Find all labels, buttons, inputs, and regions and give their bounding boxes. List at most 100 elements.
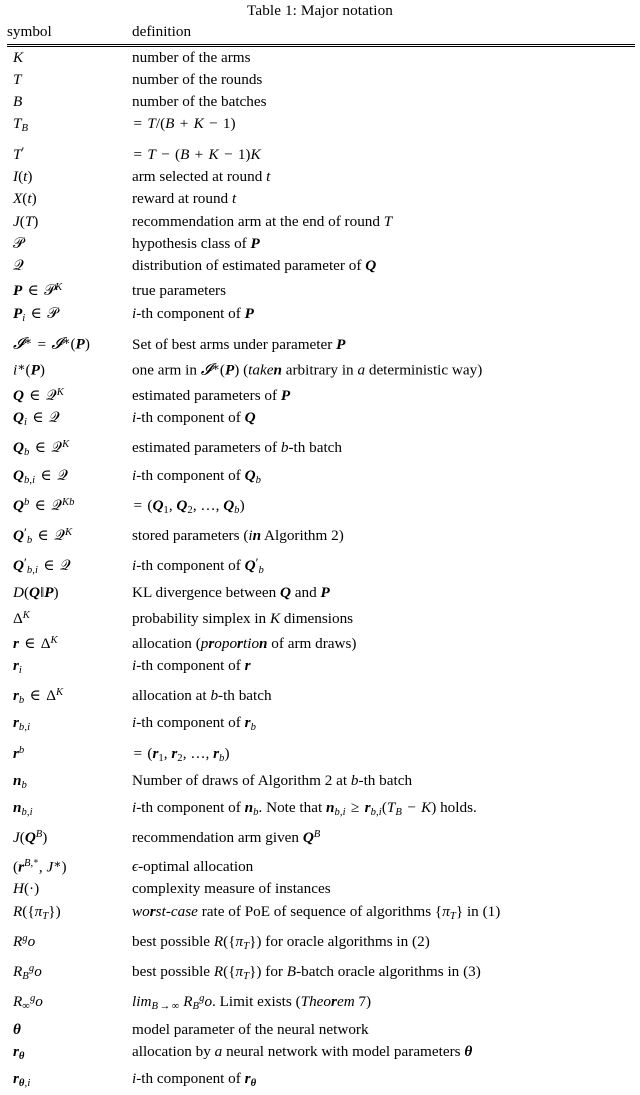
definition-cell: estimated parameters of P [132, 382, 635, 407]
symbol-cell: J(QB) [7, 824, 132, 849]
symbol-cell: Pi ∈ 𝒫 [7, 303, 132, 330]
table-row: Qb ∈ 𝒬Kb= (Q1, Q2, …, Qb) [7, 492, 635, 522]
definition-cell: i-th component of Q [132, 407, 635, 434]
symbol-cell: H(·) [7, 878, 132, 900]
definition-cell: estimated parameters of b-th batch [132, 434, 635, 464]
table-row: H(·)complexity measure of instances [7, 878, 635, 900]
symbol-cell: θ [7, 1019, 132, 1041]
symbol-cell: Rgo [7, 928, 132, 958]
table-row: R∞golimB→∞ RBgo. Limit exists (Theorem 7… [7, 988, 635, 1018]
definition-cell: = T/(B + K − 1) [132, 113, 635, 140]
definition-cell: allocation (proportion of arm draws) [132, 630, 635, 655]
symbol-cell: 𝒬 [7, 255, 132, 277]
symbol-cell: Qb,i ∈ 𝒬 [7, 465, 132, 492]
definition-cell: reward at round t [132, 188, 635, 210]
table-row: Tnumber of the rounds [7, 69, 635, 91]
table-row: i∗(P)one arm in 𝓘∗(P) (taken arbitrary i… [7, 356, 635, 382]
table-row: Bnumber of the batches [7, 91, 635, 113]
definition-cell: i-th component of Qb [132, 465, 635, 492]
definition-cell: = (r1, r2, …, rb) [132, 740, 635, 770]
table-row: nb,ii-th component of nb. Note that nb,i… [7, 797, 635, 824]
symbol-cell: Qb ∈ 𝒬Kb [7, 492, 132, 522]
definition-cell: recommendation arm at the end of round T [132, 211, 635, 233]
definition-cell: one arm in 𝓘∗(P) (taken arbitrary in a d… [132, 356, 635, 382]
table-row: Q ∈ 𝒬Kestimated parameters of P [7, 382, 635, 407]
table-row: rii-th component of r [7, 655, 635, 682]
symbol-cell: Q′b,i ∈ 𝒬 [7, 552, 132, 582]
symbol-cell: R({πT}) [7, 901, 132, 928]
table-row: J(T)recommendation arm at the end of rou… [7, 211, 635, 233]
definition-cell: i-th component of r [132, 655, 635, 682]
definition-cell: = T − (B + K − 1)K [132, 141, 635, 166]
table-row: Rgobest possible R({πT}) for oracle algo… [7, 928, 635, 958]
symbol-cell: T′ [7, 141, 132, 166]
table-row: J(QB)recommendation arm given QB [7, 824, 635, 849]
symbol-cell: I(t) [7, 166, 132, 188]
definition-cell: = (Q1, Q2, …, Qb) [132, 492, 635, 522]
symbol-cell: P ∈ 𝒫K [7, 277, 132, 302]
symbol-cell: nb [7, 770, 132, 797]
definition-cell: recommendation arm given QB [132, 824, 635, 849]
table-row: 𝒬distribution of estimated parameter of … [7, 255, 635, 277]
table-caption: Table 1: Major notation [0, 0, 640, 21]
definition-cell: probability simplex in K dimensions [132, 605, 635, 630]
column-header-symbol: symbol [7, 21, 132, 44]
symbol-cell: B [7, 91, 132, 113]
table-body: Knumber of the armsTnumber of the rounds… [7, 47, 635, 1095]
symbol-cell: (rB,∗, J∗) [7, 850, 132, 879]
table-row: 𝒫hypothesis class of P [7, 233, 635, 255]
definition-cell: i-th component of rb [132, 712, 635, 739]
definition-cell: limB→∞ RBgo. Limit exists (Theorem 7) [132, 988, 635, 1018]
table-row: Q′b,i ∈ 𝒬i-th component of Q′b [7, 552, 635, 582]
table-row: r ∈ ΔKallocation (proportion of arm draw… [7, 630, 635, 655]
definition-cell: model parameter of the neural network [132, 1019, 635, 1041]
table-row: Q′b ∈ 𝒬Kstored parameters (in Algorithm … [7, 522, 635, 552]
table-row: rθallocation by a neural network with mo… [7, 1041, 635, 1068]
definition-cell: worst-case rate of PoE of sequence of al… [132, 901, 635, 928]
definition-cell: i-th component of Q′b [132, 552, 635, 582]
table-row: R({πT})worst-case rate of PoE of sequenc… [7, 901, 635, 928]
symbol-cell: Q ∈ 𝒬K [7, 382, 132, 407]
table-row: P ∈ 𝒫Ktrue parameters [7, 277, 635, 302]
table-row: θmodel parameter of the neural network [7, 1019, 635, 1041]
symbol-cell: ri [7, 655, 132, 682]
definition-cell: arm selected at round t [132, 166, 635, 188]
definition-cell: distribution of estimated parameter of Q [132, 255, 635, 277]
table-row: RBgobest possible R({πT}) for B-batch or… [7, 958, 635, 988]
table-row: Pi ∈ 𝒫i-th component of P [7, 303, 635, 330]
table-row: Qb,i ∈ 𝒬i-th component of Qb [7, 465, 635, 492]
symbol-cell: Qb ∈ 𝒬K [7, 434, 132, 464]
table-row: rb= (r1, r2, …, rb) [7, 740, 635, 770]
table-header-row: symbol definition [7, 21, 635, 44]
definition-cell: number of the rounds [132, 69, 635, 91]
symbol-cell: nb,i [7, 797, 132, 824]
symbol-cell: Q′b ∈ 𝒬K [7, 522, 132, 552]
symbol-cell: i∗(P) [7, 356, 132, 382]
symbol-cell: T [7, 69, 132, 91]
table-head: symbol definition [7, 21, 635, 47]
table-page: Table 1: Major notation symbol definitio… [0, 0, 640, 948]
symbol-cell: 𝓘∗ = 𝓘∗(P) [7, 330, 132, 356]
symbol-cell: rb,i [7, 712, 132, 739]
symbol-cell: rθ [7, 1041, 132, 1068]
symbol-cell: J(T) [7, 211, 132, 233]
definition-cell: i-th component of rθ [132, 1068, 635, 1095]
definition-cell: allocation at b-th batch [132, 682, 635, 712]
definition-cell: stored parameters (in Algorithm 2) [132, 522, 635, 552]
symbol-cell: rb [7, 740, 132, 770]
table-row: rθ,ii-th component of rθ [7, 1068, 635, 1095]
table-row: Knumber of the arms [7, 47, 635, 69]
symbol-cell: RBgo [7, 958, 132, 988]
table-row: D(Q‖P)KL divergence between Q and P [7, 582, 635, 604]
symbol-cell: TB [7, 113, 132, 140]
symbol-cell: X(t) [7, 188, 132, 210]
definition-cell: i-th component of nb. Note that nb,i ≥ r… [132, 797, 635, 824]
symbol-cell: R∞go [7, 988, 132, 1018]
table-row: Qb ∈ 𝒬Kestimated parameters of b-th batc… [7, 434, 635, 464]
table-row: nbNumber of draws of Algorithm 2 at b-th… [7, 770, 635, 797]
table-row: Qi ∈ 𝒬i-th component of Q [7, 407, 635, 434]
definition-cell: Set of best arms under parameter P [132, 330, 635, 356]
symbol-cell: 𝒫 [7, 233, 132, 255]
table-row: X(t)reward at round t [7, 188, 635, 210]
symbol-cell: rθ,i [7, 1068, 132, 1095]
